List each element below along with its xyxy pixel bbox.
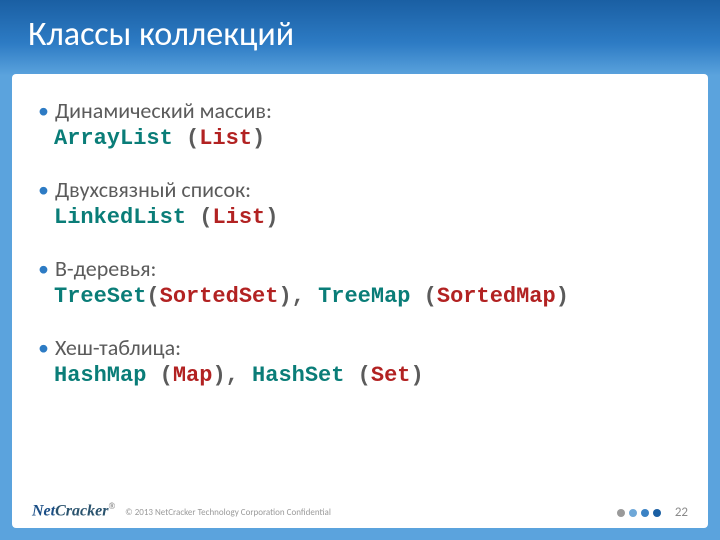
- page-number: 22: [675, 505, 688, 520]
- separator: ),: [278, 284, 318, 309]
- bullet-intro: Динамический массив:: [55, 98, 272, 124]
- paren: (: [173, 126, 199, 151]
- paren: (: [146, 363, 172, 388]
- slide: Классы коллекций • Динамический массив: …: [0, 0, 720, 540]
- class-name: HashSet: [252, 363, 344, 388]
- brand: NetCracker® © 2013 NetCracker Technology…: [32, 501, 331, 520]
- interface-name: SortedMap: [437, 284, 556, 309]
- decor-dots: [617, 509, 661, 517]
- class-name: HashMap: [54, 363, 146, 388]
- bullet-intro: Двухсвязный список:: [55, 177, 251, 203]
- paren: (: [410, 284, 436, 309]
- bullet-marker: •: [38, 179, 49, 201]
- copyright: © 2013 NetCracker Technology Corporation…: [125, 507, 331, 518]
- code-line: TreeSet(SortedSet), TreeMap (SortedMap): [54, 284, 682, 309]
- bullet-item: • B-деревья: TreeSet(SortedSet), TreeMap…: [38, 256, 682, 309]
- logo-cracker: Cracker: [55, 502, 108, 519]
- logo: NetCracker®: [32, 501, 115, 520]
- bullet-marker: •: [38, 258, 49, 280]
- decor-dot: [617, 509, 625, 517]
- code-line: LinkedList (List): [54, 205, 682, 230]
- decor-dot: [641, 509, 649, 517]
- bullet-marker: •: [38, 337, 49, 359]
- class-name: ArrayList: [54, 126, 173, 151]
- page-title: Классы коллекций: [0, 0, 720, 72]
- footer: NetCracker® © 2013 NetCracker Technology…: [12, 490, 708, 528]
- interface-name: List: [212, 205, 265, 230]
- bullet-intro: Хеш-таблица:: [55, 335, 181, 361]
- decor-dot: [629, 509, 637, 517]
- paren: (: [344, 363, 370, 388]
- code-line: HashMap (Map), HashSet (Set): [54, 363, 682, 388]
- class-name: LinkedList: [54, 205, 186, 230]
- decor-dot: [653, 509, 661, 517]
- code-line: ArrayList (List): [54, 126, 682, 151]
- paren: ): [252, 126, 265, 151]
- interface-name: SortedSet: [160, 284, 279, 309]
- footer-right: 22: [617, 505, 688, 520]
- bullet-intro: B-деревья:: [55, 256, 156, 282]
- class-name: TreeSet: [54, 284, 146, 309]
- bullet-item: • Хеш-таблица: HashMap (Map), HashSet (S…: [38, 335, 682, 388]
- interface-name: Set: [371, 363, 411, 388]
- class-name: TreeMap: [318, 284, 410, 309]
- paren: (: [186, 205, 212, 230]
- paren: ): [556, 284, 569, 309]
- interface-name: Map: [173, 363, 213, 388]
- bullet-marker: •: [38, 100, 49, 122]
- bullet-item: • Двухсвязный список: LinkedList (List): [38, 177, 682, 230]
- paren: ): [265, 205, 278, 230]
- bullet-item: • Динамический массив: ArrayList (List): [38, 98, 682, 151]
- paren: ): [410, 363, 423, 388]
- logo-net: Net: [32, 502, 55, 519]
- interface-name: List: [199, 126, 252, 151]
- paren: (: [146, 284, 159, 309]
- registered-mark: ®: [108, 501, 115, 511]
- content-frame: • Динамический массив: ArrayList (List) …: [12, 74, 708, 528]
- separator: ),: [212, 363, 252, 388]
